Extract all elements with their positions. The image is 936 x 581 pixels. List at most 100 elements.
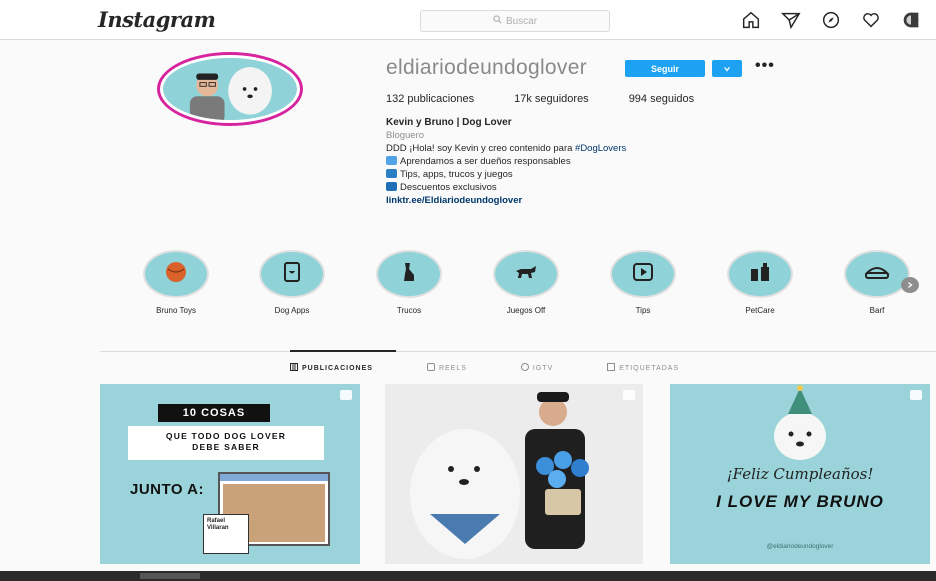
birthday-dog-illustration [774,385,826,460]
carousel-icon [340,390,352,400]
profile-stats: 132 publicaciones 17k seguidores 994 seg… [386,93,734,105]
info-icon [386,182,397,191]
phone-app-icon [279,259,305,290]
profile-username: eldiariodeundoglover [386,56,587,79]
bio-line-2-text: Aprendamos a ser dueños responsables [400,156,571,167]
phone-icon [386,169,397,178]
running-dog-icon [513,259,539,290]
grid-icon [290,363,298,373]
taskbar-segment [140,573,200,579]
post-thumbnail-cumpleanos[interactable]: ¡Feliz Cumpleaños! I LOVE MY BRUNO @eldi… [670,384,930,564]
tabs-divider [100,351,936,352]
bio-link[interactable]: linktr.ee/Eldiariodeundoglover [386,194,766,207]
highlight-circle [610,250,676,298]
highlight-circle [727,250,793,298]
tab-reels[interactable]: REELS [426,363,467,373]
post-thumbnail-10-cosas[interactable]: 10 COSAS QUE TODO DOG LOVER DEBE SABER J… [100,384,360,564]
highlight-circle [376,250,442,298]
tab-label: IGTV [532,364,554,372]
profile-photo [163,58,297,120]
profile-bio: Kevin y Bruno | Dog Lover Bloguero DDD ¡… [386,116,766,207]
tab-etiquetadas[interactable]: ETIQUETADAS [607,363,679,373]
highlight-label: Juegos Off [506,306,546,315]
highlight-petcare[interactable]: PetCare [727,250,793,315]
post-subtitle-line-1: QUE TODO DOG LOVER [165,431,287,441]
bio-line-1: DDD ¡Hola! soy Kevin y creo contenido pa… [386,142,766,155]
direct-message-icon[interactable] [780,9,802,31]
highlight-barf[interactable]: Barf [844,250,910,315]
post-subtitle-line-2: DEBE SABER [192,442,260,452]
highlight-label: PetCare [745,306,775,315]
highlight-circle [259,250,325,298]
igtv-icon [520,363,529,373]
home-icon[interactable] [740,9,762,31]
tagged-icon [607,363,616,373]
bio-name: Kevin y Bruno | Dog Lover [386,117,512,128]
story-highlights: Bruno Toys Dog Apps Trucos Juegos Off Ti… [135,250,925,325]
profile-avatar-icon[interactable] [900,9,922,31]
followers-count[interactable]: 17k seguidores [514,93,589,105]
heart-activity-icon[interactable] [860,9,882,31]
highlight-label: Bruno Toys [156,306,196,315]
tab-publicaciones[interactable]: PUBLICACIONES [290,363,373,373]
tab-igtv[interactable]: IGTV [520,363,554,373]
instagram-logo[interactable]: Instagram [98,7,216,32]
suggested-accounts-button[interactable] [712,60,742,77]
carousel-icon [623,390,635,400]
post-thumbnail-kevin-bruno[interactable] [385,384,643,564]
highlight-label: Dog Apps [274,306,310,315]
post-subtitle: QUE TODO DOG LOVER DEBE SABER [128,426,324,460]
options-menu-button[interactable]: ••• [755,57,775,75]
bio-line-1-text: DDD ¡Hola! soy Kevin y creo contenido pa… [386,143,576,154]
bio-line-4-text: Descuentos exclusivos [400,182,497,193]
window-title-bar [220,474,328,481]
bio-category: Bloguero [386,130,425,141]
search-placeholder: Buscar [505,15,538,27]
highlight-circle [844,250,910,298]
tab-label: ETIQUETADAS [619,364,680,372]
highlight-tips[interactable]: Tips [610,250,676,315]
chevron-right-icon [906,276,914,294]
sitting-dog-icon [396,259,422,290]
post-junto-text: JUNTO A: [130,481,205,498]
card-name-2: Villaran [207,525,229,531]
blue-heart-icon [386,156,397,165]
post-name-card: Rafael Villaran [203,514,249,554]
tab-label: PUBLICACIONES [302,364,373,372]
bio-line-2: Aprendamos a ser dueños responsables [386,155,766,168]
highlight-label: Trucos [396,306,422,315]
highlight-dog-apps[interactable]: Dog Apps [259,250,325,315]
posts-count: 132 publicaciones [386,93,475,105]
chevron-down-icon [723,60,731,78]
bio-line-3: Tips, apps, trucos y juegos [386,168,766,181]
highlights-next-button[interactable] [901,277,919,293]
nav-icons [740,9,922,31]
bio-line-4: Descuentos exclusivos [386,181,766,194]
follow-button[interactable]: Seguir [625,60,705,77]
explore-compass-icon[interactable] [820,9,842,31]
profile-avatar[interactable] [157,52,303,126]
highlight-label: Tips [635,306,651,315]
post-love-text: I LOVE MY BRUNO [716,492,884,511]
ball-icon [163,259,189,290]
following-count[interactable]: 994 seguidos [629,93,694,105]
highlight-circle [143,250,209,298]
highlight-trucos[interactable]: Trucos [376,250,442,315]
hashtag-link[interactable]: #DogLovers [575,143,626,154]
highlight-bruno-toys[interactable]: Bruno Toys [143,250,209,315]
card-name-1: Rafael [207,518,226,524]
grooming-products-icon [747,259,773,290]
bio-line-3-text: Tips, apps, trucos y juegos [400,169,513,180]
active-tab-indicator [290,350,396,352]
search-icon [493,15,502,27]
highlight-label: Barf [869,306,885,315]
highlight-circle [493,250,559,298]
post-feliz-text: ¡Feliz Cumpleaños! [726,465,874,483]
highlight-juegos-off[interactable]: Juegos Off [493,250,559,315]
search-input[interactable]: Buscar [420,10,610,32]
food-bowl-icon [864,259,890,290]
top-navigation-bar: Instagram Buscar [0,0,936,40]
post-handle-text: @eldiariodeundoglover [766,543,834,550]
post-banner: 10 COSAS [158,404,270,422]
profile-tabs: PUBLICACIONES REELS IGTV ETIQUETADAS [290,363,733,373]
